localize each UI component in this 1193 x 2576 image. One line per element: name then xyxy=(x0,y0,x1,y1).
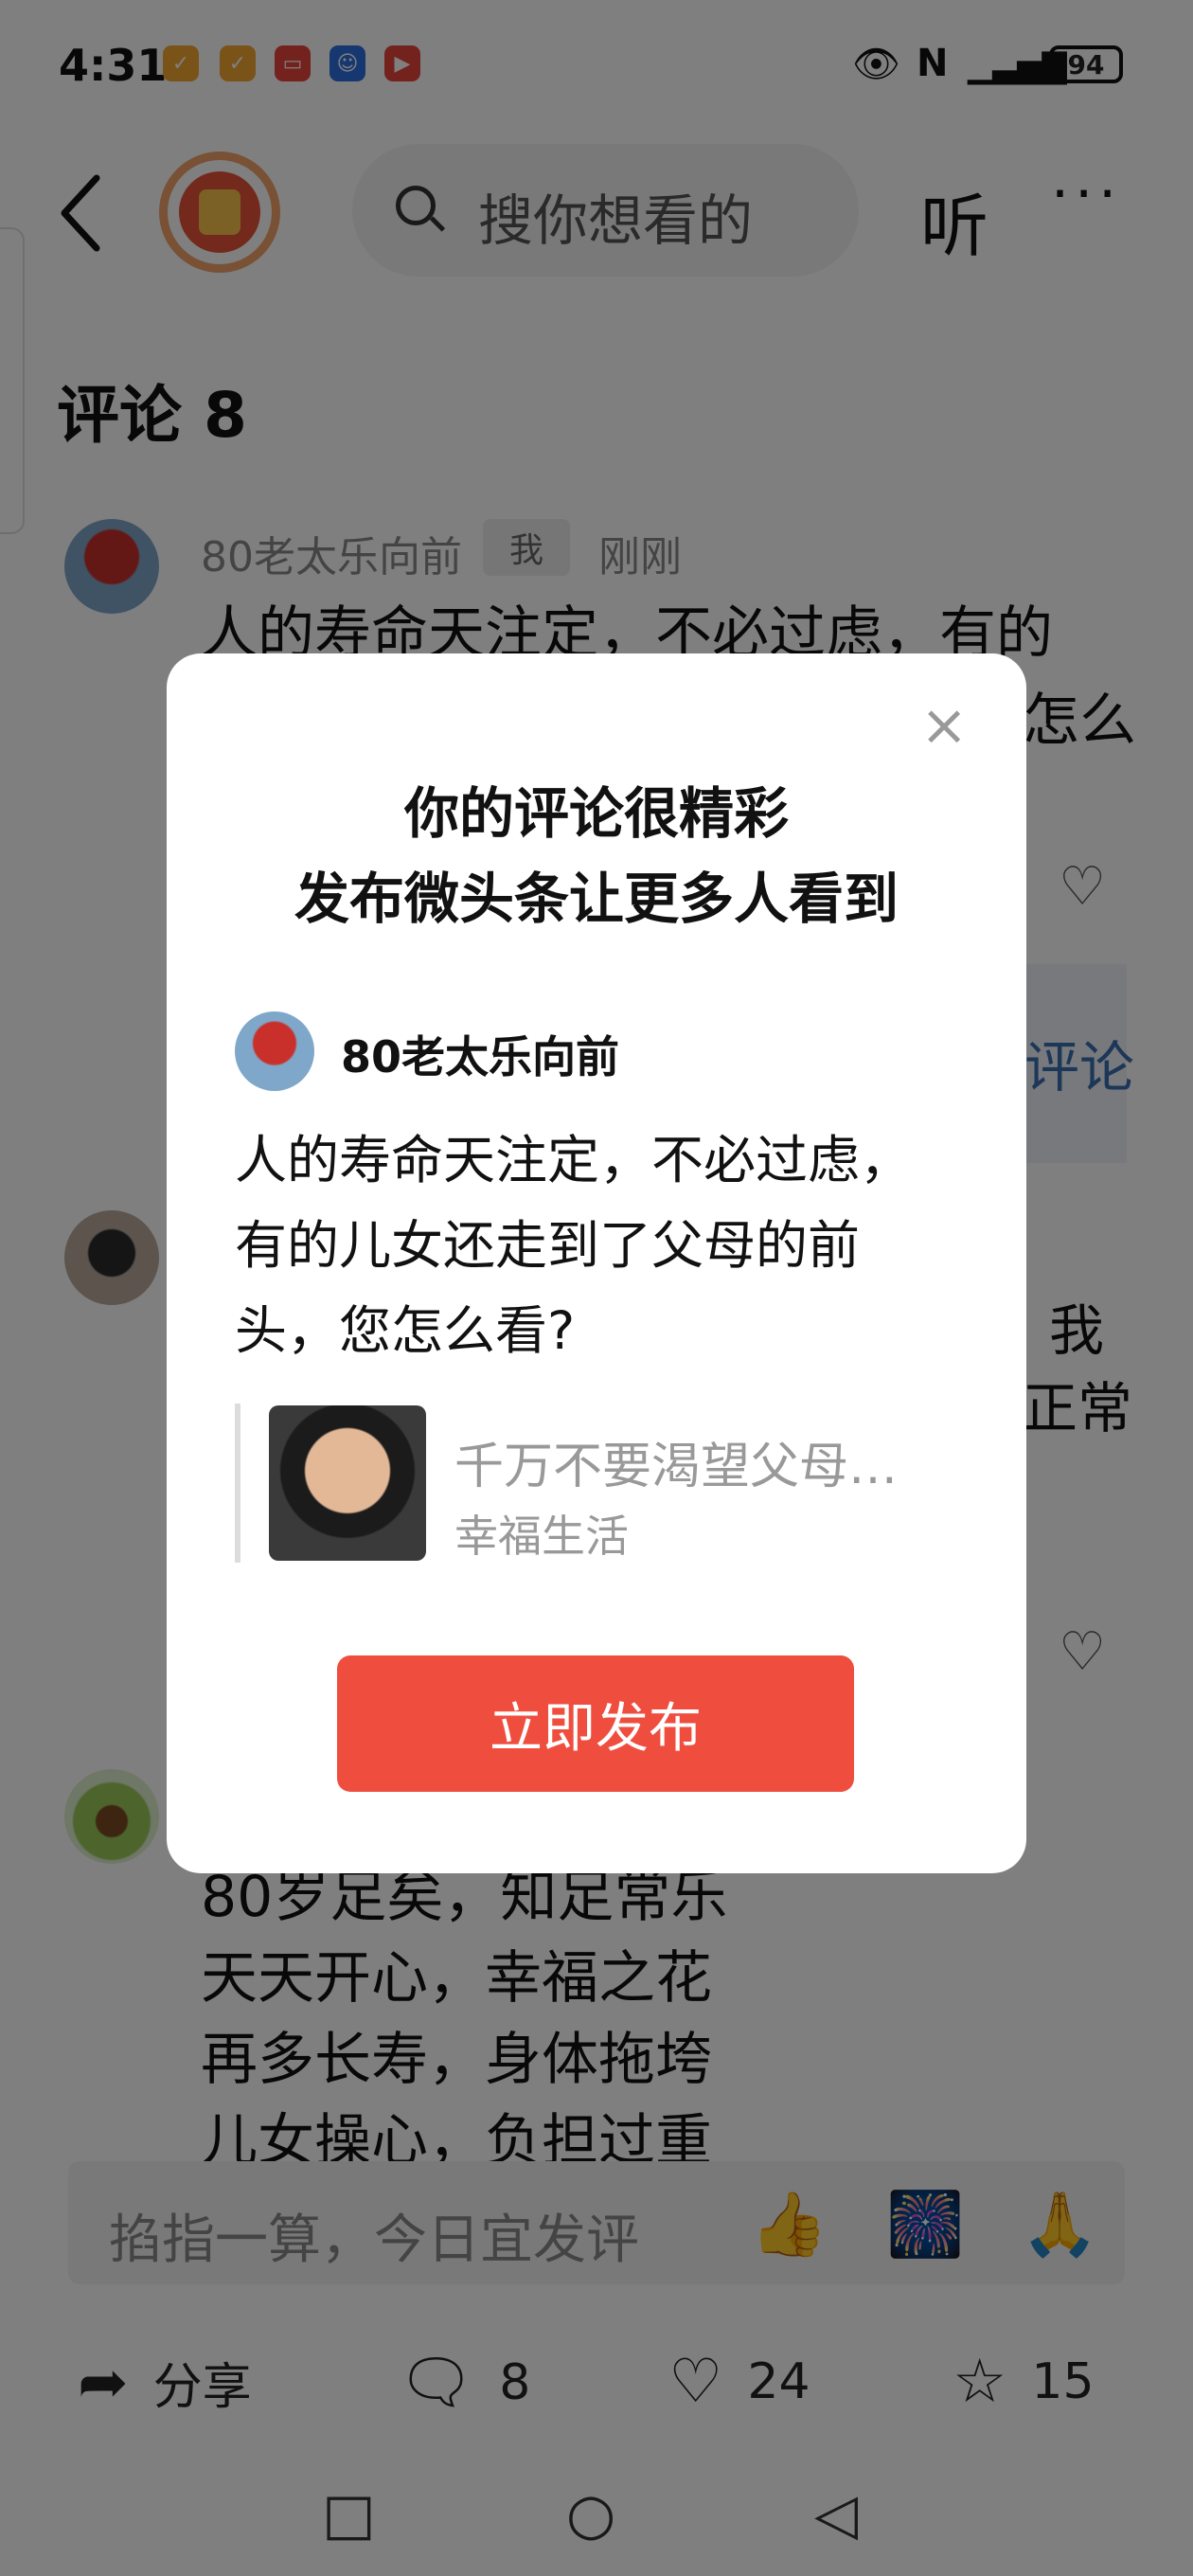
post-author: 80老太乐向前 xyxy=(341,1031,620,1082)
quote-title: 千万不要渴望父母… xyxy=(454,1439,899,1495)
post-text: 人的寿命天注定，不必过虑，有的儿女还走到了父母的前头，您怎么看? xyxy=(235,1130,913,1361)
quote-thumbnail xyxy=(269,1405,426,1561)
avatar xyxy=(235,1011,314,1091)
dialog-title-line1: 你的评论很精彩 xyxy=(403,781,789,846)
quote-divider xyxy=(235,1404,240,1563)
publish-button[interactable]: 立即发布 xyxy=(337,1655,854,1792)
close-button[interactable]: × xyxy=(920,697,968,754)
quote-source: 幸福生活 xyxy=(454,1511,629,1562)
dialog-title-line2: 发布微头条让更多人看到 xyxy=(294,867,899,931)
